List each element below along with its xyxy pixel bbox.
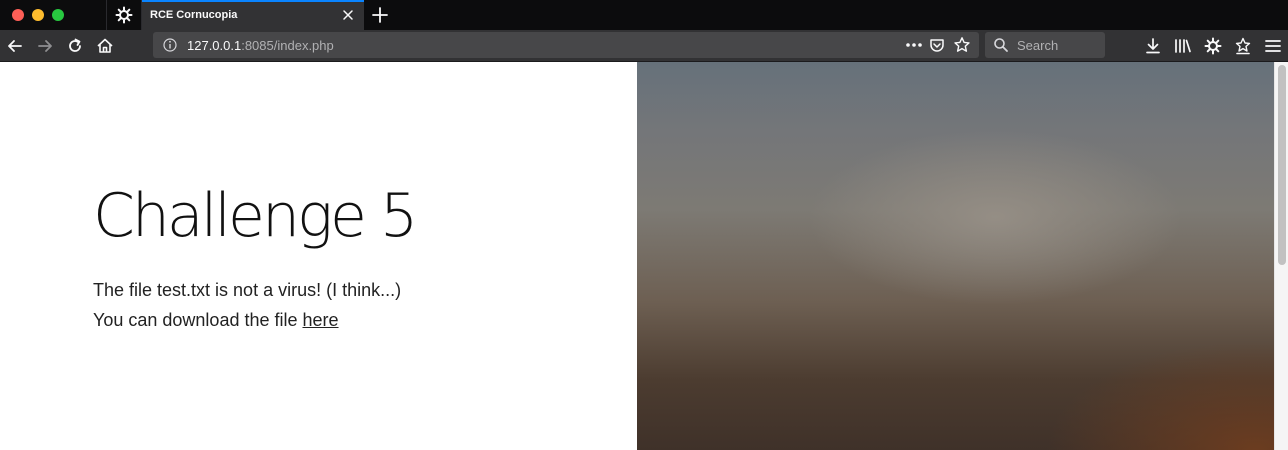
- hero-image: [637, 62, 1288, 450]
- info-icon[interactable]: [163, 38, 177, 52]
- page-content: Challenge 5 The file test.txt is not a v…: [0, 62, 1288, 450]
- download-text: You can download the file here: [93, 308, 339, 332]
- active-tab[interactable]: RCE Cornucopia: [142, 0, 364, 30]
- page-title: Challenge 5: [93, 181, 418, 251]
- download-prefix: You can download the file: [93, 310, 303, 330]
- reload-icon[interactable]: [65, 36, 85, 56]
- tab-title: RCE Cornucopia: [150, 9, 238, 21]
- tab-strip: RCE Cornucopia: [0, 0, 1288, 30]
- minimize-window-icon[interactable]: [32, 9, 44, 21]
- pinned-tab-gear-icon: [115, 6, 133, 24]
- home-icon[interactable]: [95, 36, 115, 56]
- extension-star-icon[interactable]: [1233, 36, 1253, 56]
- extension-gear-icon[interactable]: [1203, 36, 1223, 56]
- zoom-window-icon[interactable]: [52, 9, 64, 21]
- url-text: 127.0.0.1:8085/index.php: [187, 38, 334, 53]
- close-window-icon[interactable]: [12, 9, 24, 21]
- description-text: The file test.txt is not a virus! (I thi…: [93, 280, 402, 300]
- downloads-icon[interactable]: [1143, 36, 1163, 56]
- page-actions-icon[interactable]: [905, 38, 923, 52]
- library-icon[interactable]: [1173, 36, 1193, 56]
- url-bar[interactable]: 127.0.0.1:8085/index.php: [153, 32, 979, 58]
- forward-icon[interactable]: [35, 36, 55, 56]
- content-panel: Challenge 5 The file test.txt is not a v…: [0, 62, 637, 450]
- pocket-icon[interactable]: [929, 37, 945, 53]
- url-path: :8085/index.php: [241, 38, 334, 53]
- pinned-tab[interactable]: [106, 0, 142, 30]
- search-placeholder: Search: [1017, 38, 1059, 53]
- search-icon: [994, 38, 1008, 52]
- navigation-toolbar: 127.0.0.1:8085/index.php Search: [0, 30, 1288, 62]
- back-icon[interactable]: [5, 36, 25, 56]
- search-bar[interactable]: Search: [985, 32, 1105, 58]
- new-tab-icon[interactable]: [370, 5, 390, 25]
- download-link[interactable]: here: [303, 310, 339, 330]
- tab-close-icon[interactable]: [340, 7, 356, 23]
- bookmark-star-icon[interactable]: [953, 36, 971, 54]
- menu-icon[interactable]: [1263, 36, 1283, 56]
- scrollbar-thumb[interactable]: [1278, 65, 1286, 265]
- scrollbar[interactable]: [1274, 62, 1288, 450]
- url-host: 127.0.0.1: [187, 38, 242, 53]
